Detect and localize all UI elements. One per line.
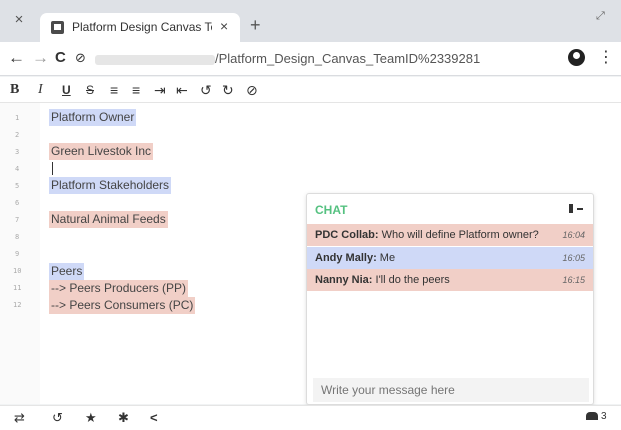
line-number: 1 bbox=[15, 114, 20, 122]
line-number: 5 bbox=[15, 182, 20, 190]
hide-icon[interactable]: ⊘ bbox=[246, 81, 258, 99]
minimize-chat-icon[interactable] bbox=[569, 203, 585, 213]
line-number: 4 bbox=[15, 165, 20, 173]
history-icon[interactable]: ↺ bbox=[52, 410, 63, 426]
editor-line[interactable]: Platform Stakeholders bbox=[49, 177, 172, 194]
message-text: Who will define Platform owner? bbox=[378, 229, 539, 241]
message-text: I'll do the peers bbox=[372, 274, 450, 286]
chat-message: Nanny Nia: I'll do the peers 16:15 bbox=[307, 269, 593, 291]
user-count: 3 bbox=[601, 411, 607, 422]
line-number: 11 bbox=[13, 284, 22, 292]
forward-button[interactable]: → bbox=[32, 48, 49, 68]
bold-button[interactable]: B bbox=[10, 81, 19, 99]
tab-strip: × Platform Design Canvas TeamI × + ⤢ bbox=[0, 0, 621, 42]
editor-line[interactable]: Green Livestok Inc bbox=[49, 143, 154, 160]
line-number-gutter: 1 2 3 4 5 6 7 8 9 10 11 12 bbox=[0, 103, 40, 404]
editor-line[interactable]: Peers bbox=[49, 263, 85, 280]
editor-line[interactable]: --> Peers Producers (PP) bbox=[49, 280, 189, 297]
swap-icon[interactable]: ⇄ bbox=[14, 410, 25, 426]
browser-tab[interactable]: Platform Design Canvas TeamI × bbox=[40, 13, 240, 42]
message-author: Andy Mally: bbox=[315, 252, 377, 264]
line-number: 9 bbox=[15, 250, 20, 258]
ordered-list-icon[interactable]: ≡ bbox=[110, 81, 118, 99]
message-text: Me bbox=[376, 252, 396, 264]
account-icon[interactable] bbox=[568, 49, 585, 66]
line-number: 7 bbox=[15, 216, 20, 224]
strikethrough-button[interactable]: S bbox=[86, 81, 94, 99]
chat-message: PDC Collab: Who will define Platform own… bbox=[307, 224, 593, 246]
share-icon[interactable]: < bbox=[150, 410, 158, 426]
chat-title: CHAT bbox=[315, 203, 348, 217]
url-field[interactable]: /Platform_Design_Canvas_TeamID%2339281 bbox=[95, 48, 565, 70]
settings-icon[interactable]: ✱ bbox=[118, 410, 129, 426]
line-number: 12 bbox=[13, 301, 22, 309]
bottom-toolbar: ⇄ ↺ ★ ✱ < 3 bbox=[0, 405, 621, 430]
back-button[interactable]: ← bbox=[8, 48, 25, 68]
tab-title: Platform Design Canvas TeamI bbox=[72, 20, 212, 34]
chat-message-input[interactable] bbox=[313, 378, 589, 402]
online-users[interactable]: 3 bbox=[586, 411, 607, 422]
redo-icon[interactable]: ↻ bbox=[222, 81, 234, 99]
outdent-icon[interactable]: ⇤ bbox=[176, 81, 188, 99]
message-time: 16:15 bbox=[562, 275, 585, 285]
url-text: /Platform_Design_Canvas_TeamID%2339281 bbox=[215, 51, 481, 66]
undo-icon[interactable]: ↺ bbox=[200, 81, 212, 99]
line-number: 2 bbox=[15, 131, 20, 139]
editor-toolbar: B I U S ≡ ≡ ⇥ ⇤ ↺ ↻ ⊘ bbox=[0, 77, 621, 103]
text-caret bbox=[52, 162, 53, 175]
message-author: PDC Collab: bbox=[315, 229, 379, 241]
editor-line[interactable]: Natural Animal Feeds bbox=[49, 211, 168, 228]
document-icon bbox=[51, 21, 64, 34]
editor-line[interactable]: --> Peers Consumers (PC) bbox=[49, 297, 196, 314]
chat-panel: CHAT PDC Collab: Who will define Platfor… bbox=[306, 193, 594, 405]
window-close-icon[interactable]: × bbox=[8, 9, 30, 31]
bullet-list-icon[interactable]: ≡ bbox=[132, 81, 140, 99]
message-time: 16:04 bbox=[562, 230, 585, 240]
new-tab-button[interactable]: + bbox=[250, 15, 261, 36]
menu-icon[interactable]: ⋮ bbox=[598, 47, 614, 67]
address-bar: ← → C ⊘ /Platform_Design_Canvas_TeamID%2… bbox=[0, 42, 621, 76]
restore-icon[interactable]: ⤢ bbox=[596, 10, 605, 23]
italic-button[interactable]: I bbox=[38, 81, 43, 99]
users-icon bbox=[586, 412, 598, 421]
underline-button[interactable]: U bbox=[62, 81, 71, 99]
star-icon[interactable]: ★ bbox=[85, 410, 97, 426]
editor-line[interactable]: Platform Owner bbox=[49, 109, 137, 126]
line-number: 6 bbox=[15, 199, 20, 207]
reload-button[interactable]: C bbox=[55, 48, 66, 68]
redacted-url-part bbox=[95, 54, 215, 65]
message-time: 16:05 bbox=[562, 253, 585, 263]
site-info-icon[interactable]: ⊘ bbox=[75, 48, 86, 68]
indent-icon[interactable]: ⇥ bbox=[154, 81, 166, 99]
chat-message: Andy Mally: Me 16:05 bbox=[307, 247, 593, 269]
line-number: 3 bbox=[15, 148, 20, 156]
tab-close-icon[interactable]: × bbox=[220, 18, 228, 34]
line-number: 8 bbox=[15, 233, 20, 241]
message-author: Nanny Nia: bbox=[315, 274, 373, 286]
line-number: 10 bbox=[13, 267, 22, 275]
